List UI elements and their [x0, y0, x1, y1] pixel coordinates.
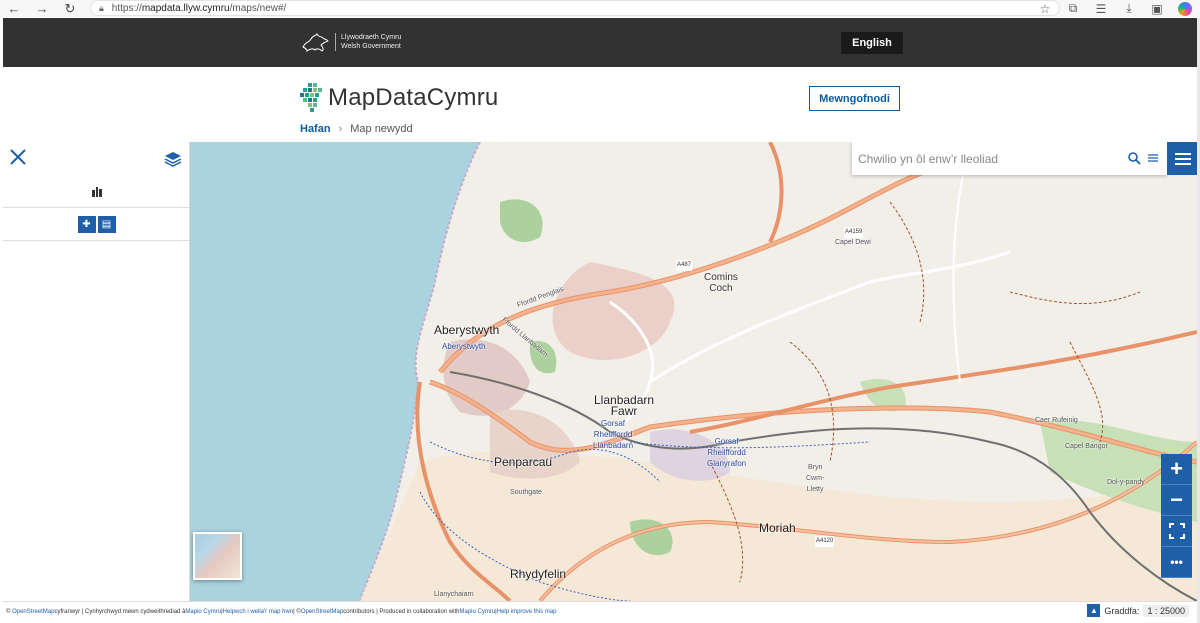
location-search-input[interactable] — [858, 151, 1120, 166]
scale-value[interactable]: 1 : 25000 — [1143, 604, 1189, 617]
location-search — [852, 142, 1167, 175]
breadcrumb-home-link[interactable]: Hafan — [300, 123, 331, 135]
label-capel-bangor: Capel Bangor — [1065, 443, 1108, 450]
label-bryn-cwm-lletty: Bryn Cwm- Lletty — [806, 464, 825, 493]
fullscreen-icon[interactable] — [1161, 516, 1192, 547]
scale-label: Graddfa: — [1104, 605, 1140, 616]
login-button[interactable]: Mewngofnodi — [809, 86, 900, 111]
label-gorsaf-llanbadarn: Gorsaf Rheilffordd Llanbadarn — [593, 419, 634, 450]
address-bar[interactable]: 🔒︎ https://mapdata.llyw.cymru/maps/new#/ — [90, 0, 1060, 16]
search-icon[interactable] — [1128, 152, 1141, 165]
breadcrumb-separator: › — [338, 123, 343, 135]
map-controls: + − ••• — [1161, 454, 1192, 578]
list-icon[interactable] — [1147, 152, 1159, 164]
map-canvas[interactable]: Aberystwyth Aberystwyth Comins Coch Cape… — [190, 142, 1197, 601]
label-caer-rufeinig: Caer Rufeinig — [1035, 417, 1078, 424]
osm-link[interactable]: OpenStreetMap — [12, 609, 54, 615]
more-options-button[interactable]: ••• — [1161, 547, 1192, 578]
label-penparcau: Penparcau — [494, 455, 553, 469]
profile-icon[interactable] — [1174, 1, 1196, 17]
government-header: Llywodraeth Cymru Welsh Government Engli… — [3, 18, 1197, 67]
mapdatacymru-mark-icon — [300, 83, 322, 112]
favorite-star-icon[interactable]: ☆ — [1034, 1, 1056, 17]
refresh-icon[interactable]: ↻ — [56, 0, 84, 17]
mapio-cymru-link[interactable]: Mapio Cymru — [185, 609, 221, 615]
layers-icon[interactable] — [164, 150, 182, 168]
label-aberystwyth: Aberystwyth — [434, 323, 500, 337]
help-improve-en-link[interactable]: Help improve this map — [497, 609, 557, 615]
label-road-a4120: A4120 — [815, 536, 835, 547]
gov-logo-line2: Welsh Government — [341, 43, 401, 50]
label-southgate: Southgate — [510, 489, 542, 496]
zoom-out-button[interactable]: − — [1161, 485, 1192, 516]
map-legend-icon[interactable] — [91, 186, 102, 197]
label-rhydyfelin: Rhydyfelin — [510, 567, 567, 581]
dragon-icon — [302, 32, 329, 52]
lock-icon: 🔒︎ — [99, 2, 104, 13]
label-road-a487: A487 — [676, 260, 693, 271]
label-dol-y-pandy: Dol-y-pandy — [1107, 479, 1145, 486]
url-path: /maps/new#/ — [229, 2, 287, 14]
label-capel-dewi: Capel Dewi — [835, 239, 871, 246]
favorites-icon[interactable]: ☰ — [1090, 1, 1112, 17]
brand-name: MapDataCymru — [328, 84, 499, 111]
label-gorsaf-glanyrafon: Gorsaf Rheilffordd Glanyrafon — [707, 437, 747, 468]
footer-text-2: contributors | Produced in collaboration… — [343, 608, 460, 615]
back-icon[interactable]: ← — [0, 0, 28, 17]
label-comins-coch: Comins Coch — [704, 272, 738, 294]
zoom-in-button[interactable]: + — [1161, 454, 1192, 485]
add-layer-icon[interactable]: ✚ — [77, 215, 96, 233]
label-moriah: Moriah — [759, 521, 796, 535]
scale-lock-icon[interactable]: ▲ — [1087, 604, 1101, 617]
mapio-cymru-link-en[interactable]: Mapio Cymru — [459, 609, 495, 615]
site-header: MapDataCymru Mewngofnodi Hafan › Map new… — [3, 67, 1197, 142]
breadcrumb-current: Map newydd — [350, 123, 413, 135]
attribution-footer: © OpenStreetMap cyfranwyr | Cynhyrchwyd … — [3, 601, 1197, 621]
close-icon[interactable] — [9, 148, 27, 166]
downloads-icon[interactable]: ⤓ — [1118, 1, 1140, 17]
collections-icon[interactable]: ▣ — [1146, 1, 1168, 17]
label-road-a4159: A4159 — [844, 227, 864, 238]
scale-indicator: ▲ Graddfa: 1 : 25000 — [1087, 604, 1189, 617]
url-prefix: https:// — [111, 2, 142, 14]
extensions-icon[interactable]: ⧉ — [1062, 1, 1084, 17]
help-improve-cy-link[interactable]: Helpwch i wella'r map hwn — [223, 609, 294, 615]
language-toggle-button[interactable]: English — [841, 32, 903, 54]
basemap — [190, 142, 1197, 601]
menu-icon[interactable] — [1167, 142, 1197, 175]
label-llanbadarn-fawr: Llanbadarn Fawr — [594, 393, 655, 418]
label-llanychaiarn: Llanychaiarn — [434, 591, 474, 598]
layer-list-row — [3, 176, 190, 208]
footer-sep-2: | © — [293, 608, 301, 615]
label-aberystwyth-station: Aberystwyth — [442, 342, 486, 351]
gov-logo-line1: Llywodraeth Cymru — [341, 34, 402, 41]
osm-link-en[interactable]: OpenStreetMap — [301, 609, 343, 615]
layer-sidebar: ✚ ▤ — [3, 142, 190, 601]
welsh-government-logo[interactable]: Llywodraeth Cymru Welsh Government — [301, 31, 401, 53]
browser-toolbar: ← → ↻ 🔒︎ https://mapdata.llyw.cymru/maps… — [0, 0, 1200, 17]
mapdatacymru-logo[interactable]: MapDataCymru — [300, 83, 498, 113]
footer-copyright: © — [6, 608, 11, 615]
breadcrumb: Hafan › Map newydd — [300, 123, 413, 135]
forward-icon[interactable]: → — [28, 0, 56, 17]
basemap-switcher-thumbnail[interactable] — [193, 532, 242, 580]
footer-text-1: cyfranwyr | Cynhyrchwyd mewn cydweithred… — [54, 608, 186, 615]
url-host: mapdata.llyw.cymru — [141, 2, 230, 14]
add-folder-icon[interactable]: ▤ — [97, 215, 116, 233]
layer-tools-row: ✚ ▤ — [3, 208, 190, 241]
